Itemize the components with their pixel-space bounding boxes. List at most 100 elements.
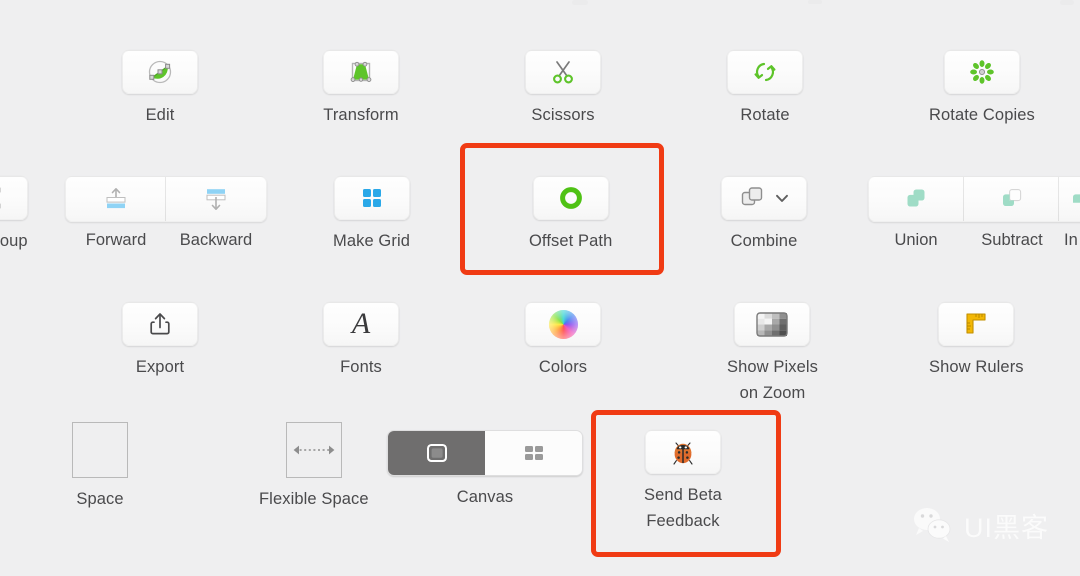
toolbar-item-label: Rotate — [740, 106, 790, 124]
show-pixels-tile[interactable] — [734, 302, 811, 346]
toolbar-item-label: Show Pixels on Zoom — [727, 358, 818, 402]
intersect-icon — [1072, 194, 1080, 203]
toolbar-item-export[interactable]: Export — [122, 302, 198, 381]
toolbar-item-label: Rotate Copies — [929, 106, 1035, 124]
ladybug-icon — [673, 442, 693, 465]
send-beta-feedback-tile[interactable] — [644, 430, 721, 474]
toolbar-item-label: Combine — [730, 232, 798, 250]
single-canvas-icon — [426, 444, 447, 462]
flexible-space-icon — [293, 445, 335, 455]
export-tile[interactable] — [122, 302, 198, 346]
backward-segment[interactable] — [166, 177, 266, 221]
union-segment[interactable] — [869, 177, 965, 221]
fonts-icon: A — [351, 307, 371, 340]
toolbar-item-flexible-space[interactable]: Flexible Space — [259, 422, 369, 513]
show-pixels-icon — [756, 311, 789, 337]
toolbar-item-offset-path[interactable]: Offset Path — [529, 176, 612, 255]
colors-wheel-icon — [548, 309, 578, 339]
chevron-down-icon[interactable] — [773, 189, 791, 207]
toolbar-item-combine[interactable]: Combine — [721, 176, 807, 255]
toolbar-item-rotate[interactable]: Rotate — [727, 50, 803, 129]
toolbar-item-label: Edit — [145, 106, 175, 124]
forward-segment[interactable] — [66, 177, 166, 221]
toolbar-item-label: Colors — [538, 358, 588, 376]
toolbar-item-scissors[interactable]: Scissors — [525, 50, 601, 129]
boolean-ops-segmented[interactable] — [868, 176, 1080, 222]
union-label: Union — [894, 231, 938, 249]
export-share-icon — [150, 313, 170, 335]
forward-backward-segmented[interactable] — [65, 176, 267, 222]
wechat-icon — [914, 508, 951, 542]
toolbar-customization-sheet: Edit Transform Scissors Rotate Rotate Co… — [0, 0, 1080, 576]
rotate-icon — [754, 62, 776, 82]
toolbar-item-label: Canvas — [456, 488, 514, 506]
toolbar-item-label: Flexible Space — [259, 490, 369, 508]
rotate-tile[interactable] — [727, 50, 803, 94]
toolbar-item-label: Fonts — [340, 358, 382, 376]
rotate-copies-icon — [970, 60, 994, 84]
canvas-multi-segment[interactable] — [485, 431, 582, 475]
offset-path-icon — [559, 187, 582, 209]
fonts-tile[interactable]: A — [323, 302, 399, 346]
toolbar-item-show-pixels-on-zoom[interactable]: Show Pixels on Zoom — [727, 302, 818, 406]
show-rulers-icon — [966, 313, 986, 334]
toolbar-item-show-rulers[interactable]: Show Rulers — [929, 302, 1024, 381]
group-tile[interactable] — [0, 176, 28, 220]
toolbar-item-label: Transform — [323, 106, 399, 124]
toolbar-item-make-grid[interactable]: Make Grid — [333, 176, 410, 255]
clipped-item-remnant — [808, 0, 822, 4]
send-backward-icon — [206, 189, 226, 210]
toolbar-item-boolean-ops[interactable]: Union Subtract In — [868, 176, 1080, 250]
bring-forward-icon — [106, 188, 125, 209]
toolbar-item-label: Export — [135, 358, 185, 376]
scissors-tile[interactable] — [525, 50, 601, 94]
rotate-copies-tile[interactable] — [943, 50, 1020, 94]
forward-label: Forward — [85, 231, 147, 249]
edit-path-icon — [148, 60, 172, 84]
canvas-segmented[interactable] — [387, 430, 583, 476]
forward-backward-labels: Forward Backward — [66, 231, 266, 250]
multi-canvas-icon — [524, 446, 543, 460]
transform-icon — [350, 61, 372, 82]
colors-tile[interactable] — [525, 302, 601, 346]
toolbar-item-transform[interactable]: Transform — [323, 50, 399, 129]
intersect-segment[interactable] — [1059, 177, 1080, 221]
space-box-icon[interactable] — [72, 422, 128, 478]
toolbar-item-label: Send Beta Feedback — [644, 486, 722, 530]
toolbar-item-colors[interactable]: Colors — [525, 302, 601, 381]
watermark: UI黑客 — [910, 505, 1049, 545]
boolean-ops-labels: Union Subtract In — [868, 231, 1080, 250]
transform-tile[interactable] — [323, 50, 399, 94]
toolbar-item-label: Offset Path — [529, 232, 613, 250]
combine-icon — [741, 187, 763, 206]
watermark-text: UI黑客 — [964, 512, 1049, 543]
make-grid-icon — [362, 189, 381, 207]
toolbar-item-label: Space — [76, 490, 124, 508]
subtract-icon — [1003, 189, 1022, 206]
subtract-segment[interactable] — [964, 177, 1060, 221]
toolbar-item-forward-backward[interactable]: Forward Backward — [65, 176, 267, 250]
toolbar-item-label: Scissors — [531, 106, 595, 124]
toolbar-item-canvas[interactable]: Canvas — [387, 430, 583, 511]
union-icon — [907, 189, 925, 207]
group-icon — [0, 187, 1, 209]
toolbar-item-label: Make Grid — [333, 232, 411, 250]
edit-tile[interactable] — [122, 50, 198, 94]
toolbar-item-rotate-copies[interactable]: Rotate Copies — [929, 50, 1035, 129]
toolbar-item-group-clipped[interactable]: roup — [0, 176, 28, 255]
canvas-single-segment[interactable] — [388, 431, 485, 475]
toolbar-item-space[interactable]: Space — [72, 422, 128, 513]
clipped-item-remnant — [572, 0, 588, 5]
combine-tile[interactable] — [721, 176, 807, 220]
offset-path-tile[interactable] — [532, 176, 609, 220]
intersect-label: In — [1064, 231, 1078, 249]
backward-label: Backward — [179, 231, 253, 249]
show-rulers-tile[interactable] — [938, 302, 1015, 346]
toolbar-item-edit[interactable]: Edit — [122, 50, 198, 129]
subtract-label: Subtract — [981, 231, 1043, 249]
toolbar-item-label: roup — [0, 232, 28, 250]
toolbar-item-send-beta-feedback[interactable]: Send Beta Feedback — [644, 430, 722, 534]
flexible-space-box[interactable] — [285, 422, 342, 478]
toolbar-item-fonts[interactable]: A Fonts — [323, 302, 399, 381]
make-grid-tile[interactable] — [333, 176, 410, 220]
